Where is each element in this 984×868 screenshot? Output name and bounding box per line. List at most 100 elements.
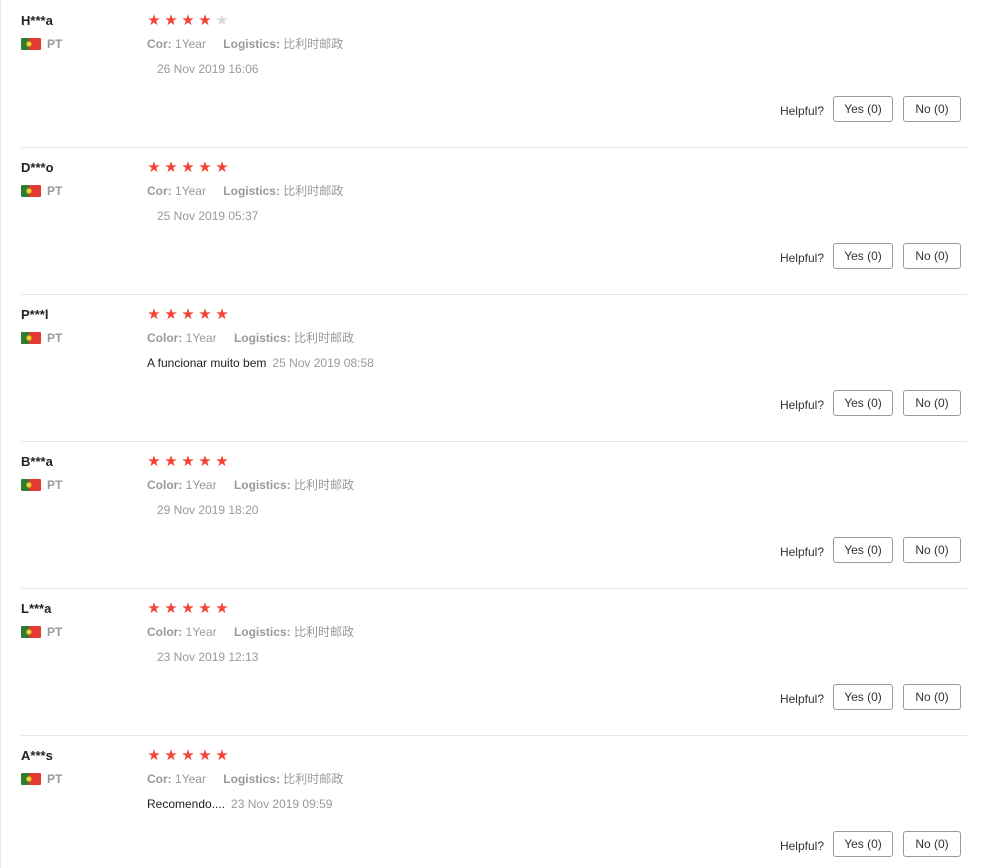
- helpful-label: Helpful?: [779, 692, 824, 706]
- star-filled-icon: ★: [181, 747, 195, 764]
- review-attributes: Cor: 1Year Logistics: 比利时邮政: [147, 183, 357, 199]
- star-filled-icon: ★: [164, 453, 178, 470]
- review-content: ★ ★ ★ ★ ★ Color: 1Year Logistics: 比利时邮政 A fu…: [147, 306, 374, 372]
- helpful-yes-button[interactable]: Yes (0): [833, 96, 893, 122]
- star-filled-icon: ★: [198, 159, 212, 176]
- reviews-page: H***a PT ★ ★ ★ ★ ★ Cor: 1Year Logistics: 比利时…: [0, 0, 984, 868]
- review-date: 25 Nov 2019 05:37: [157, 209, 259, 223]
- helpful-yes-button[interactable]: Yes (0): [833, 831, 893, 857]
- review-user: D***o PT: [21, 159, 62, 199]
- star-filled-icon: ★: [215, 747, 229, 764]
- star-filled-icon: ★: [147, 159, 161, 176]
- portugal-flag-icon: [21, 38, 41, 50]
- portugal-flag-icon: [21, 626, 41, 638]
- star-rating: ★ ★ ★ ★ ★: [147, 453, 368, 471]
- star-filled-icon: ★: [198, 600, 212, 617]
- attr-color-value: 1Year: [185, 478, 217, 492]
- review-date: 25 Nov 2019 08:58: [272, 356, 374, 370]
- helpful-yes-button[interactable]: Yes (0): [833, 390, 893, 416]
- attr-color-value: 1Year: [175, 184, 206, 198]
- star-filled-icon: ★: [164, 747, 178, 764]
- helpful-no-button[interactable]: No (0): [903, 684, 961, 710]
- attr-logistics-value: 比利时邮政: [293, 331, 354, 345]
- star-filled-icon: ★: [164, 159, 178, 176]
- user-country: PT: [21, 183, 62, 199]
- review-attributes: Color: 1Year Logistics: 比利时邮政: [147, 330, 374, 346]
- helpful-controls: Helpful? Yes (0) No (0): [780, 96, 961, 122]
- review-content: ★ ★ ★ ★ ★ Cor: 1Year Logistics: 比利时邮政 Recome…: [147, 747, 357, 813]
- helpful-no-button[interactable]: No (0): [903, 96, 961, 122]
- helpful-label: Helpful?: [779, 839, 824, 853]
- star-filled-icon: ★: [198, 306, 212, 323]
- star-filled-icon: ★: [181, 159, 195, 176]
- star-filled-icon: ★: [164, 600, 178, 617]
- attr-logistics-key: Logistics:: [223, 772, 280, 786]
- review-meta: 23 Nov 2019 12:13: [147, 648, 368, 666]
- star-filled-icon: ★: [181, 12, 195, 29]
- attr-logistics-value: 比利时邮政: [283, 37, 344, 51]
- portugal-flag-icon: [21, 479, 41, 491]
- review-item: B***a PT ★ ★ ★ ★ ★ Color: 1Year Logistics: 比…: [1, 441, 967, 588]
- attr-logistics-key: Logistics:: [223, 37, 280, 51]
- user-name: L***a: [21, 601, 52, 616]
- user-country: PT: [21, 771, 62, 787]
- helpful-yes-button[interactable]: Yes (0): [833, 243, 893, 269]
- review-meta: 25 Nov 2019 05:37: [147, 207, 357, 225]
- star-filled-icon: ★: [198, 747, 212, 764]
- star-filled-icon: ★: [215, 453, 229, 470]
- helpful-label: Helpful?: [779, 104, 824, 118]
- star-rating: ★ ★ ★ ★ ★: [147, 12, 357, 30]
- attr-logistics-value: 比利时邮政: [283, 772, 344, 786]
- attr-logistics-key: Logistics:: [233, 478, 291, 492]
- review-meta: 26 Nov 2019 16:06: [147, 60, 357, 78]
- attr-logistics-value: 比利时邮政: [283, 184, 344, 198]
- helpful-yes-button[interactable]: Yes (0): [833, 684, 893, 710]
- helpful-no-button[interactable]: No (0): [903, 243, 961, 269]
- star-filled-icon: ★: [198, 12, 212, 29]
- attr-color-value: 1Year: [175, 37, 206, 51]
- portugal-flag-icon: [21, 185, 41, 197]
- helpful-controls: Helpful? Yes (0) No (0): [780, 243, 961, 269]
- attr-color-key: Cor:: [147, 184, 172, 198]
- attr-logistics-value: 比利时邮政: [293, 625, 354, 639]
- review-attributes: Color: 1Year Logistics: 比利时邮政: [147, 477, 368, 493]
- country-code: PT: [47, 772, 63, 786]
- country-code: PT: [47, 478, 63, 492]
- helpful-label: Helpful?: [779, 251, 824, 265]
- review-meta: 29 Nov 2019 18:20: [147, 501, 368, 519]
- star-filled-icon: ★: [147, 12, 161, 29]
- country-code: PT: [47, 331, 63, 345]
- star-filled-icon: ★: [147, 600, 161, 617]
- helpful-no-button[interactable]: No (0): [903, 537, 961, 563]
- star-rating: ★ ★ ★ ★ ★: [147, 600, 368, 618]
- country-code: PT: [47, 37, 63, 51]
- user-name: B***a: [21, 454, 53, 469]
- user-name: D***o: [21, 160, 54, 175]
- helpful-label: Helpful?: [779, 398, 824, 412]
- helpful-no-button[interactable]: No (0): [903, 831, 961, 857]
- review-item: L***a PT ★ ★ ★ ★ ★ Color: 1Year Logistics: 比…: [1, 588, 967, 735]
- review-user: L***a PT: [21, 600, 62, 640]
- star-filled-icon: ★: [198, 453, 212, 470]
- user-country: PT: [21, 36, 62, 52]
- review-item: H***a PT ★ ★ ★ ★ ★ Cor: 1Year Logistics: 比利时…: [1, 0, 967, 147]
- user-name: H***a: [21, 13, 53, 28]
- helpful-yes-button[interactable]: Yes (0): [833, 537, 893, 563]
- portugal-flag-icon: [21, 773, 41, 785]
- user-name: P***l: [21, 307, 49, 322]
- review-content: ★ ★ ★ ★ ★ Cor: 1Year Logistics: 比利时邮政 26 Nov…: [147, 12, 357, 78]
- attr-logistics-key: Logistics:: [223, 184, 280, 198]
- country-code: PT: [47, 625, 63, 639]
- review-date: 26 Nov 2019 16:06: [157, 62, 259, 76]
- attr-color-value: 1Year: [175, 772, 206, 786]
- review-attributes: Cor: 1Year Logistics: 比利时邮政: [147, 771, 357, 787]
- star-filled-icon: ★: [164, 306, 178, 323]
- review-text: Recomendo....: [147, 797, 226, 811]
- helpful-no-button[interactable]: No (0): [903, 390, 961, 416]
- attr-color-value: 1Year: [185, 625, 217, 639]
- user-country: PT: [21, 624, 62, 640]
- star-filled-icon: ★: [181, 306, 195, 323]
- review-user: B***a PT: [21, 453, 62, 493]
- review-meta: Recomendo.... 23 Nov 2019 09:59: [147, 795, 357, 813]
- review-user: A***s PT: [21, 747, 62, 787]
